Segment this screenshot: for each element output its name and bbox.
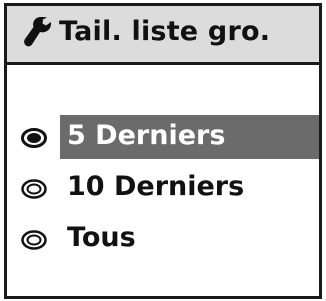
wrench-icon xyxy=(24,17,51,47)
radio-selected-icon xyxy=(21,128,47,148)
radio-unselected-icon xyxy=(21,179,47,199)
screen-title: Tail. liste gro. xyxy=(59,16,271,47)
option-10-derniers[interactable]: 10 Derniers xyxy=(7,166,319,210)
option-label: 10 Derniers xyxy=(67,171,245,202)
option-5-derniers[interactable]: 5 Derniers xyxy=(7,115,319,159)
phone-screen: Tail. liste gro. 5 Derniers 10 Derniers … xyxy=(4,3,322,299)
option-label: Tous xyxy=(67,222,136,253)
option-label: 5 Derniers xyxy=(67,120,226,151)
option-tous[interactable]: Tous xyxy=(7,217,319,261)
title-bar: Tail. liste gro. xyxy=(7,6,319,65)
radio-unselected-icon xyxy=(21,230,47,250)
